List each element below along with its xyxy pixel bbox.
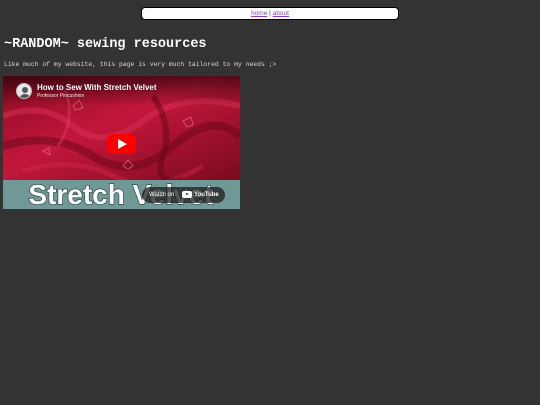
- home-link[interactable]: home: [251, 10, 267, 17]
- nav-bar: home | about: [141, 7, 399, 20]
- page-title: ~RANDOM~ sewing resources: [4, 37, 207, 52]
- intro-text: Like much of my website, this page is ve…: [4, 61, 277, 68]
- play-icon: [118, 139, 127, 149]
- watch-on-youtube-button[interactable]: Watch on YouTube: [142, 187, 225, 203]
- nav-separator: |: [269, 10, 271, 17]
- youtube-logo-icon: [182, 191, 192, 198]
- play-button[interactable]: [107, 134, 136, 154]
- video-channel-name: Professor Pincushion: [37, 93, 85, 99]
- youtube-video-embed[interactable]: Stretch Velvet How to Sew With Stretch V…: [3, 76, 240, 209]
- channel-avatar[interactable]: [16, 83, 32, 99]
- watch-on-label: Watch on: [149, 192, 175, 198]
- video-title[interactable]: How to Sew With Stretch Velvet: [37, 83, 157, 92]
- about-link[interactable]: about: [273, 10, 289, 17]
- youtube-label: YouTube: [194, 192, 219, 198]
